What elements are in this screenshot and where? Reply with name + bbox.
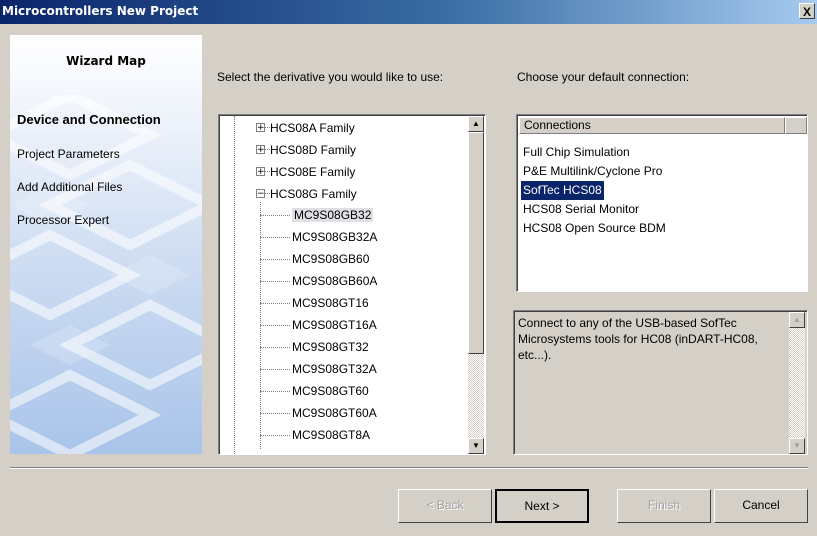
arrow-up-icon: ▲	[793, 315, 801, 324]
derivative-label: Select the derivative you would like to …	[217, 70, 444, 84]
connections-column-header[interactable]: Connections	[519, 117, 785, 134]
connection-description-text: Connect to any of the USB-based SofTec M…	[518, 316, 758, 362]
close-button[interactable]: X	[799, 3, 815, 19]
description-vertical-scrollbar[interactable]: ▲ ▼	[789, 312, 805, 454]
tree-connector	[260, 347, 290, 348]
tree-connector	[260, 281, 290, 282]
connection-description-box[interactable]: Connect to any of the USB-based SofTec M…	[513, 310, 808, 455]
column-header-filler	[785, 117, 807, 134]
tree-item-device[interactable]: MC9S08GT60A	[292, 403, 377, 423]
expand-plus-icon[interactable]: +	[256, 145, 265, 155]
step-processor-expert: Processor Expert	[17, 213, 110, 227]
tree-connector	[260, 413, 290, 414]
scroll-thumb[interactable]	[468, 132, 484, 354]
tree-connector	[260, 325, 290, 326]
connection-item-selected[interactable]: SofTec HCS08	[521, 181, 604, 200]
tree-item-device[interactable]: MC9S08GB60	[292, 249, 369, 269]
connection-item[interactable]: Full Chip Simulation	[521, 143, 632, 162]
next-button[interactable]: Next >	[495, 489, 589, 523]
scroll-up-button[interactable]: ▲	[789, 312, 805, 328]
scroll-down-button[interactable]: ▼	[789, 438, 805, 454]
finish-button[interactable]: Finish	[617, 489, 711, 523]
wizard-map-panel: Wizard Map Device and Connection Project…	[10, 35, 202, 454]
derivative-tree[interactable]: + HCS08A Family + HCS08D Family + HCS08E…	[218, 114, 486, 455]
tree-item-hcs08g-family[interactable]: HCS08G Family	[270, 184, 357, 204]
tree-connector	[260, 391, 290, 392]
tree-item-hcs08a-family[interactable]: HCS08A Family	[270, 118, 355, 138]
tree-item-device[interactable]: MC9S08GT32	[292, 337, 369, 357]
expand-plus-icon[interactable]: +	[256, 167, 265, 177]
tree-connector	[260, 259, 290, 260]
tree-item-hcs08d-family[interactable]: HCS08D Family	[270, 140, 356, 160]
tree-root-line	[234, 116, 235, 454]
step-project-parameters: Project Parameters	[17, 147, 120, 161]
collapse-minus-icon[interactable]: −	[256, 189, 265, 199]
tree-connector	[260, 237, 290, 238]
tree-item-device[interactable]: MC9S08GB32A	[292, 227, 377, 247]
arrow-down-icon: ▼	[472, 441, 480, 450]
connection-item[interactable]: P&E Multilink/Cyclone Pro	[521, 162, 664, 181]
wizard-map-heading: Wizard Map	[66, 54, 146, 68]
tree-item-device[interactable]: MC9S08GB60A	[292, 271, 377, 291]
title-bar: Microcontrollers New Project X	[0, 0, 817, 24]
tree-item-hcs08e-family[interactable]: HCS08E Family	[270, 162, 355, 182]
arrow-up-icon: ▲	[472, 119, 480, 128]
tree-item-device[interactable]: MC9S08GT16A	[292, 315, 377, 335]
scroll-up-button[interactable]: ▲	[468, 116, 484, 132]
connections-list[interactable]: Connections Full Chip Simulation P&E Mul…	[516, 114, 808, 292]
arrow-down-icon: ▼	[793, 441, 801, 450]
tree-item-device[interactable]: MC9S08GT8A	[292, 425, 370, 445]
tree-connector	[260, 303, 290, 304]
step-add-additional-files: Add Additional Files	[17, 180, 123, 194]
cancel-button[interactable]: Cancel	[714, 489, 808, 523]
close-icon: X	[802, 5, 811, 19]
derivative-tree-viewport: + HCS08A Family + HCS08D Family + HCS08E…	[219, 115, 485, 454]
connection-label: Choose your default connection:	[517, 70, 690, 84]
tree-vertical-scrollbar[interactable]: ▲ ▼	[468, 116, 484, 454]
window-title: Microcontrollers New Project	[2, 4, 199, 18]
tree-item-device[interactable]: MC9S08GB32	[292, 205, 374, 225]
button-separator	[10, 467, 808, 469]
connection-item[interactable]: HCS08 Serial Monitor	[521, 200, 641, 219]
tree-connector	[260, 215, 290, 216]
tree-connector	[260, 435, 290, 436]
tree-item-device[interactable]: MC9S08GT16	[292, 293, 369, 313]
expand-plus-icon[interactable]: +	[256, 123, 265, 133]
tree-connector	[260, 369, 290, 370]
tree-item-device[interactable]: MC9S08GT60	[292, 381, 369, 401]
step-device-and-connection: Device and Connection	[17, 112, 161, 127]
connection-description-viewport: Connect to any of the USB-based SofTec M…	[514, 311, 807, 454]
tree-item-device[interactable]: MC9S08GT32A	[292, 359, 377, 379]
back-button[interactable]: < Back	[398, 489, 492, 523]
connections-list-viewport: Connections Full Chip Simulation P&E Mul…	[517, 115, 807, 291]
scroll-down-button[interactable]: ▼	[468, 438, 484, 454]
connection-item[interactable]: HCS08 Open Source BDM	[521, 219, 668, 238]
